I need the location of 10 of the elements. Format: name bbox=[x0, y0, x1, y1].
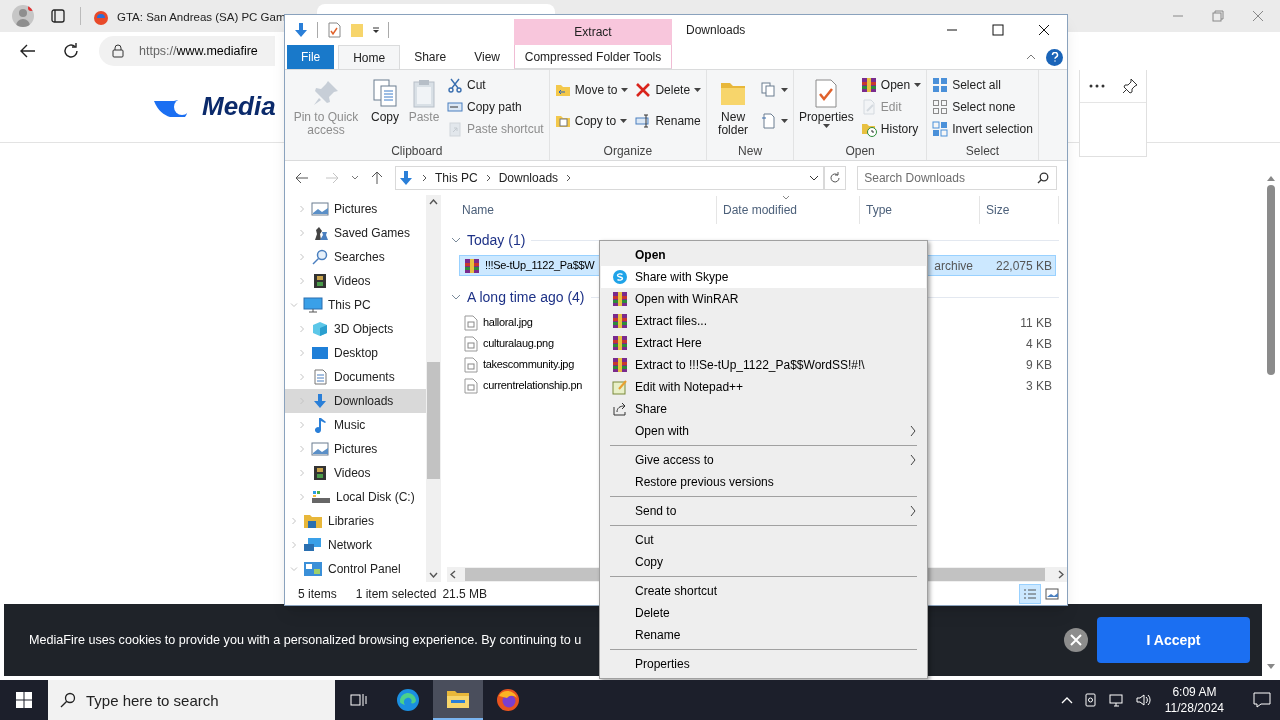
ribbon-group-label: Clipboard bbox=[390, 144, 444, 158]
window-title: Downloads bbox=[686, 22, 746, 39]
ribbon-group-label: Select bbox=[964, 144, 1001, 158]
selection-size: 21.5 MB bbox=[442, 585, 488, 603]
item-count: 5 items bbox=[298, 585, 337, 603]
selection-info: 1 item selected bbox=[355, 585, 437, 603]
ribbon-group-label: Organize bbox=[602, 144, 654, 158]
ribbon-group-label: New bbox=[737, 144, 764, 158]
contextual-tab-header: Extract bbox=[514, 19, 672, 45]
ribbon-group-label: Open bbox=[844, 144, 876, 158]
